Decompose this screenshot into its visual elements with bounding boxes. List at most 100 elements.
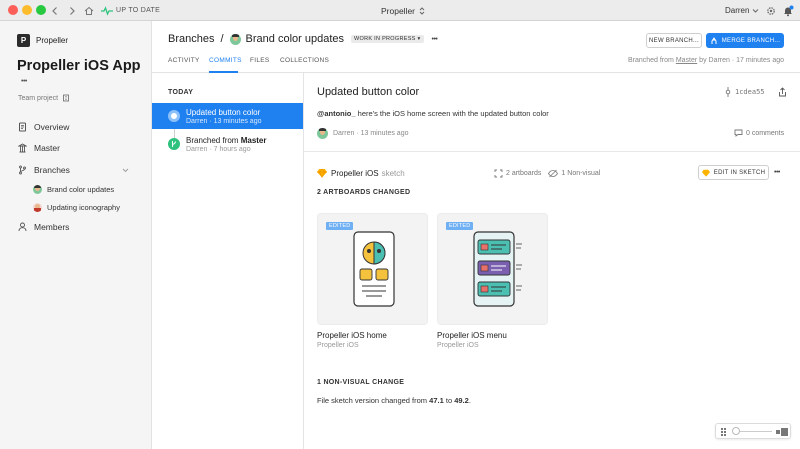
file-extension: sketch (381, 168, 405, 178)
non-visual-count: 1 Non-visual (561, 170, 601, 177)
tab-collections[interactable]: COLLECTIONS (280, 57, 329, 64)
app-title-menu[interactable]: Propeller (381, 0, 426, 21)
branch-icon (19, 165, 26, 175)
project-type: Team project (18, 94, 70, 102)
sketch-file-icon (317, 168, 327, 178)
zoom-control (715, 423, 791, 439)
new-branch-button[interactable]: NEW BRANCH... (646, 33, 702, 48)
person-icon (18, 222, 27, 232)
artboard-name: Propeller iOS home (317, 331, 387, 340)
comments-count: 0 comments (746, 129, 785, 137)
sidebar-item-overview[interactable]: Overview (18, 122, 69, 132)
tab-files[interactable]: FILES (250, 57, 270, 64)
artboards-heading: 2 ARTBOARDS CHANGED (317, 189, 411, 196)
close-window-button[interactable] (8, 5, 18, 15)
app-title: Propeller (381, 5, 416, 16)
non-visual-prefix: File sketch version changed from (317, 396, 428, 405)
commit-hash[interactable]: 1cdea55 (724, 87, 765, 97)
zoom-icon[interactable] (776, 428, 788, 436)
sidebar: P Propeller Propeller iOS App ••• Team p… (0, 21, 152, 449)
branch-node-icon (168, 138, 180, 150)
home-button[interactable] (84, 0, 94, 21)
sidebar-item-members[interactable]: Members (18, 222, 69, 232)
sync-status-label: UP TO DATE (116, 7, 161, 14)
project-type-label: Team project (18, 94, 59, 102)
avatar (229, 33, 241, 45)
page-header: Branches / Brand color updates WORK IN P… (152, 21, 800, 73)
commit-title-branch: Master (240, 136, 267, 145)
home-icon (84, 6, 94, 15)
sidebar-item-label: Overview (34, 122, 70, 132)
chevron-left-icon (52, 6, 57, 15)
avatar (33, 203, 42, 212)
commit-message-text: here's the iOS home screen with the upda… (357, 109, 549, 118)
tab-activity[interactable]: ACTIVITY (168, 57, 200, 64)
workspace-name: Propeller (36, 36, 69, 45)
grid-icon[interactable] (721, 428, 729, 436)
commit-item-selected[interactable]: Updated button color Darren · 13 minutes… (152, 103, 303, 129)
sidebar-item-master[interactable]: Master (18, 143, 60, 153)
building-icon (63, 94, 70, 102)
status-badge[interactable]: WORK IN PROGRESS ▾ (351, 35, 424, 43)
file-more-button[interactable]: ••• (774, 169, 780, 176)
zoom-slider-handle[interactable] (732, 427, 740, 435)
back-button[interactable] (51, 0, 59, 21)
commit-meta: Darren · 13 minutes ago (186, 118, 262, 125)
file-name[interactable]: Propeller iOS (331, 169, 379, 178)
artboard-card-home[interactable]: EDITED (317, 213, 428, 325)
comments-link[interactable]: 0 comments (734, 129, 784, 137)
version-from: 47.1 (429, 396, 444, 405)
mention[interactable]: @antonio_ (317, 109, 356, 118)
merge-branch-button[interactable]: MERGE BRANCH... (706, 33, 784, 48)
maximize-window-button[interactable] (36, 5, 46, 15)
edit-in-sketch-button[interactable]: EDIT IN SKETCH (698, 165, 769, 180)
sketch-icon (701, 169, 710, 177)
share-button[interactable] (778, 87, 787, 99)
sidebar-branch-updating-iconography[interactable]: Updating iconography (33, 203, 120, 212)
branch-more-button[interactable]: ••• (432, 36, 438, 43)
phone-menu-illustration-icon (473, 231, 522, 307)
commit-title-prefix: Branched from (186, 136, 239, 145)
workspace-switcher[interactable]: P Propeller (17, 34, 68, 47)
sidebar-item-branches[interactable]: Branches (18, 165, 136, 175)
user-menu[interactable]: Darren (725, 0, 759, 21)
pillar-icon (18, 143, 27, 153)
commit-node-icon (168, 110, 180, 122)
forward-button[interactable] (68, 0, 76, 21)
commit-title: Updated button color (186, 108, 261, 117)
settings-button[interactable] (766, 0, 776, 21)
commit-list: TODAY Updated button color Darren · 13 m… (152, 73, 304, 449)
user-name: Darren (725, 6, 750, 15)
sidebar-branch-brand-color-updates[interactable]: Brand color updates (33, 185, 114, 194)
divider (304, 151, 800, 152)
commit-detail: Updated button color 1cdea55 @antonio_ h… (304, 73, 800, 449)
commit-hash-value: 1cdea55 (735, 88, 765, 96)
bell-icon (784, 5, 794, 16)
file-stats: 2 artboards 1 Non-visual (494, 169, 600, 178)
commit-item-branched[interactable]: Branched from Master Darren · 7 hours ag… (152, 131, 303, 157)
minimize-window-button[interactable] (22, 5, 32, 15)
version-to: 49.2 (454, 396, 469, 405)
breadcrumb-branches-link[interactable]: Branches (168, 33, 214, 45)
non-visual-heading: 1 NON-VISUAL CHANGE (317, 379, 405, 386)
merge-branch-label: MERGE BRANCH... (721, 37, 781, 44)
title-bar: UP TO DATE Propeller Darren (0, 0, 800, 21)
notifications-button[interactable] (782, 0, 794, 21)
branched-from-source-link[interactable]: Master (676, 57, 697, 64)
artboard-file: Propeller iOS (317, 342, 359, 349)
tab-commits[interactable]: COMMITS (209, 57, 242, 64)
sync-status[interactable]: UP TO DATE (101, 0, 160, 21)
commit-author: Darren · 13 minutes ago (317, 128, 408, 139)
artboard-card-menu[interactable]: EDITED (437, 213, 548, 325)
commit-author-meta: Darren · 13 minutes ago (333, 130, 409, 137)
avatar (33, 185, 42, 194)
chevron-updown-icon (419, 6, 425, 15)
workspace-logo-icon: P (17, 34, 30, 47)
edited-badge: EDITED (326, 222, 354, 230)
file-header: Propeller iOS sketch (317, 168, 405, 178)
sidebar-item-label: Members (34, 222, 70, 232)
eye-off-icon (548, 169, 559, 178)
artboard-count: 2 artboards (506, 170, 542, 177)
phone-home-illustration-icon (353, 231, 395, 307)
project-more-button[interactable]: ••• (21, 78, 27, 85)
